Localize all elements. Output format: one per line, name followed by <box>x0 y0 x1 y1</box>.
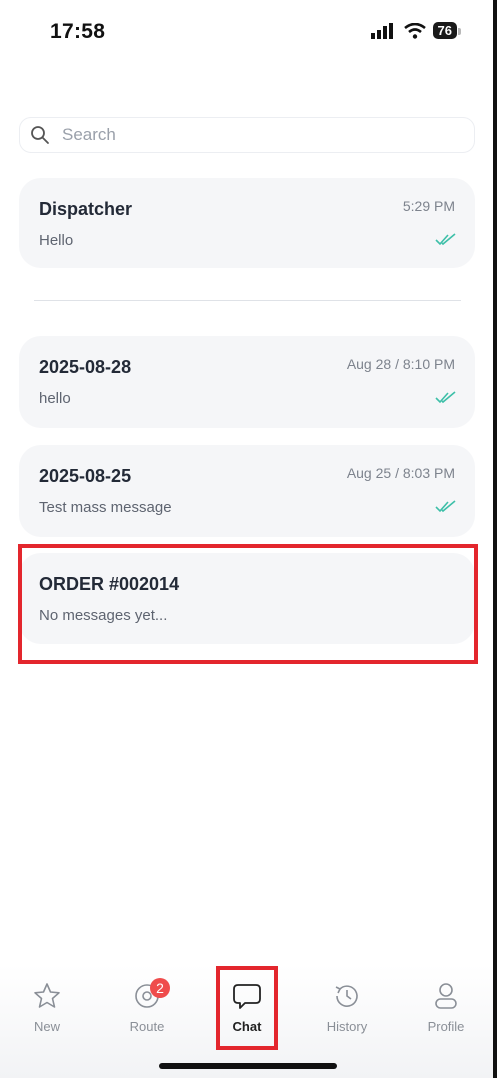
cellular-signal-icon <box>370 22 393 39</box>
tab-label: Route <box>129 1019 165 1034</box>
conversation-time: Aug 28 / 8:10 PM <box>346 356 455 372</box>
tab-label: Profile <box>427 1019 465 1034</box>
conversation-time: 5:29 PM <box>402 198 455 214</box>
search-placeholder: Search <box>62 125 116 144</box>
conversation-title: 2025-08-25 <box>39 466 132 486</box>
conversation-preview: hello <box>39 390 71 407</box>
conversation-title: Dispatcher <box>39 199 133 219</box>
conversation-preview: Test mass message <box>39 499 172 516</box>
search-input[interactable]: Search <box>19 117 475 153</box>
tab-route[interactable]: 2 Route <box>112 978 182 1034</box>
tab-label: History <box>326 1019 368 1034</box>
conversation-title: 2025-08-28 <box>39 357 132 377</box>
section-divider <box>34 300 461 301</box>
conversation-preview: Hello <box>39 232 74 249</box>
tab-label: New <box>33 1019 60 1034</box>
wifi-icon <box>403 22 426 39</box>
status-time: 17:58 <box>50 20 106 43</box>
conversation-card-dispatcher[interactable]: Dispatcher 5:29 PM Hello <box>19 178 475 268</box>
conversation-time: Aug 25 / 8:03 PM <box>346 465 455 481</box>
conversation-card-2025-08-28[interactable]: 2025-08-28 Aug 28 / 8:10 PM hello <box>19 336 475 428</box>
home-indicator[interactable] <box>159 1063 337 1069</box>
search-icon <box>31 126 49 144</box>
double-check-icon <box>435 391 456 404</box>
status-icons: 76 <box>370 22 462 39</box>
profile-icon <box>435 983 457 1009</box>
conversation-card-2025-08-25[interactable]: 2025-08-25 Aug 25 / 8:03 PM Test mass me… <box>19 445 475 537</box>
conversation-title: ORDER #002014 <box>39 574 180 594</box>
screen-edge <box>493 0 497 1078</box>
route-badge: 2 <box>150 978 170 998</box>
chat-tab-highlight-annotation <box>216 966 278 1050</box>
double-check-icon <box>435 233 456 246</box>
conversation-preview: No messages yet... <box>39 607 168 624</box>
status-bar: 17:58 76 <box>0 0 493 60</box>
tab-new[interactable]: New <box>12 981 82 1034</box>
double-check-icon <box>435 500 456 513</box>
tab-history[interactable]: History <box>312 981 382 1034</box>
conversation-card-order-002014[interactable]: ORDER #002014 No messages yet... <box>19 553 475 644</box>
battery-indicator: 76 <box>432 22 462 39</box>
history-icon <box>335 985 358 1007</box>
star-icon <box>34 983 60 1008</box>
tab-profile[interactable]: Profile <box>411 981 481 1034</box>
